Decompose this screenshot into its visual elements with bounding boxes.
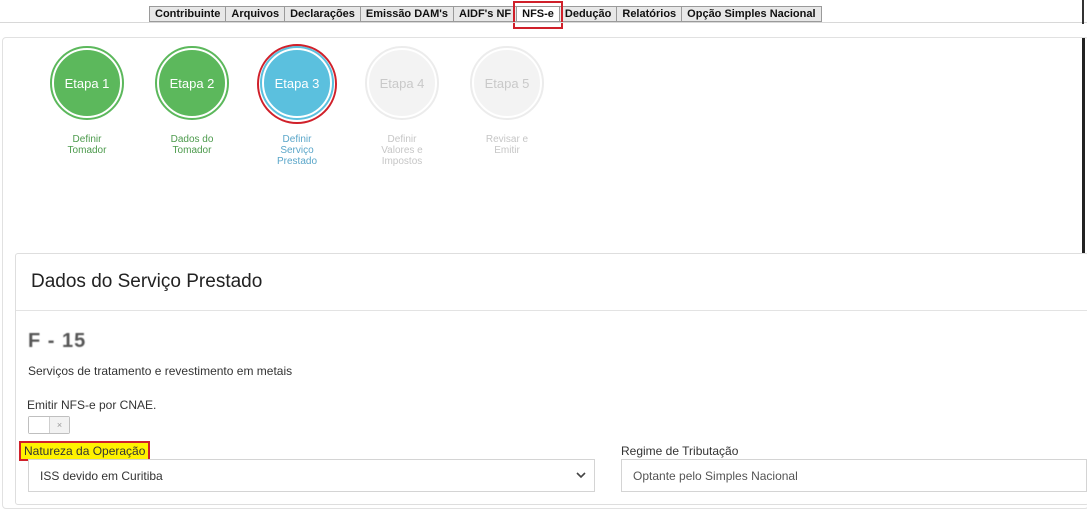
- step-5-circle: Etapa 5: [470, 46, 544, 120]
- step-5-label: Revisar e Emitir: [462, 134, 552, 156]
- menu-emissao-dams[interactable]: Emissão DAM's: [361, 7, 454, 21]
- step-5: Etapa 5 Revisar e Emitir: [462, 46, 552, 156]
- menu-contribuinte[interactable]: Contribuinte: [150, 7, 227, 21]
- step-5-label-line: Emitir: [494, 145, 520, 156]
- step-4-label-line: Valores e: [381, 145, 423, 156]
- menu-nfs-e[interactable]: NFS-e: [513, 1, 563, 29]
- regime-select-value: Optante pelo Simples Nacional: [633, 468, 798, 483]
- natureza-select-value: ISS devido em Curitiba: [40, 468, 163, 483]
- panel-divider: [16, 310, 1087, 311]
- step-1[interactable]: Etapa 1 Definir Tomador: [42, 46, 132, 156]
- step-4-circle: Etapa 4: [365, 46, 439, 120]
- menu-opcao-simples-nacional[interactable]: Opção Simples Nacional: [682, 7, 820, 21]
- step-3-label: Definir Serviço Prestado: [252, 134, 342, 167]
- menu-relatorios[interactable]: Relatórios: [617, 7, 683, 21]
- window-edge: [1082, 0, 1084, 24]
- step-4-label-line: Definir: [387, 134, 417, 145]
- service-code: F - 15: [28, 330, 87, 352]
- step-2[interactable]: Etapa 2 Dados do Tomador: [147, 46, 237, 156]
- cnae-toggle[interactable]: ×: [28, 416, 70, 434]
- step-2-label-line: Dados do: [170, 134, 214, 145]
- step-4-label: Definir Valores e Impostos: [357, 134, 447, 167]
- menu-divider: [0, 22, 1087, 23]
- step-2-label: Dados do Tomador: [147, 134, 237, 156]
- step-1-label-line: Tomador: [67, 145, 107, 156]
- menu-arquivos[interactable]: Arquivos: [226, 7, 286, 21]
- service-description: Serviços de tratamento e revestimento em…: [28, 364, 293, 378]
- menu-aidfs-nf[interactable]: AIDF's NF: [454, 7, 518, 21]
- current-step-highlight: [257, 44, 337, 124]
- menu-declaracoes[interactable]: Declarações: [285, 7, 361, 21]
- close-icon: ×: [50, 417, 69, 433]
- cnae-toggle-label: Emitir NFS-e por CNAE.: [27, 398, 157, 412]
- regime-label: Regime de Tributação: [621, 444, 739, 458]
- step-1-label-line: Definir: [72, 134, 102, 145]
- natureza-label: Natureza da Operação: [19, 441, 151, 461]
- menu-deducao[interactable]: Dedução: [560, 7, 618, 21]
- regime-select[interactable]: Optante pelo Simples Nacional: [621, 459, 1087, 492]
- step-2-circle[interactable]: Etapa 2: [155, 46, 229, 120]
- step-1-circle[interactable]: Etapa 1: [50, 46, 124, 120]
- step-1-label: Definir Tomador: [42, 134, 132, 156]
- step-4: Etapa 4 Definir Valores e Impostos: [357, 46, 447, 167]
- top-menu-bar: Contribuinte Arquivos Declarações Emissã…: [0, 0, 1087, 29]
- step-4-label-line: Impostos: [381, 156, 423, 167]
- chevron-down-icon: [576, 469, 586, 483]
- step-5-label-line: Revisar e: [485, 134, 529, 145]
- step-3-label-line: Prestado: [276, 156, 318, 167]
- step-2-label-line: Tomador: [172, 145, 212, 156]
- step-3-label-line: Serviço: [280, 145, 314, 156]
- step-3-label-line: Definir: [282, 134, 312, 145]
- panel-title: Dados do Serviço Prestado: [31, 271, 263, 292]
- natureza-select[interactable]: ISS devido em Curitiba: [28, 459, 595, 492]
- main-menu: Contribuinte Arquivos Declarações Emissã…: [149, 1, 822, 29]
- toggle-knob[interactable]: [29, 417, 50, 433]
